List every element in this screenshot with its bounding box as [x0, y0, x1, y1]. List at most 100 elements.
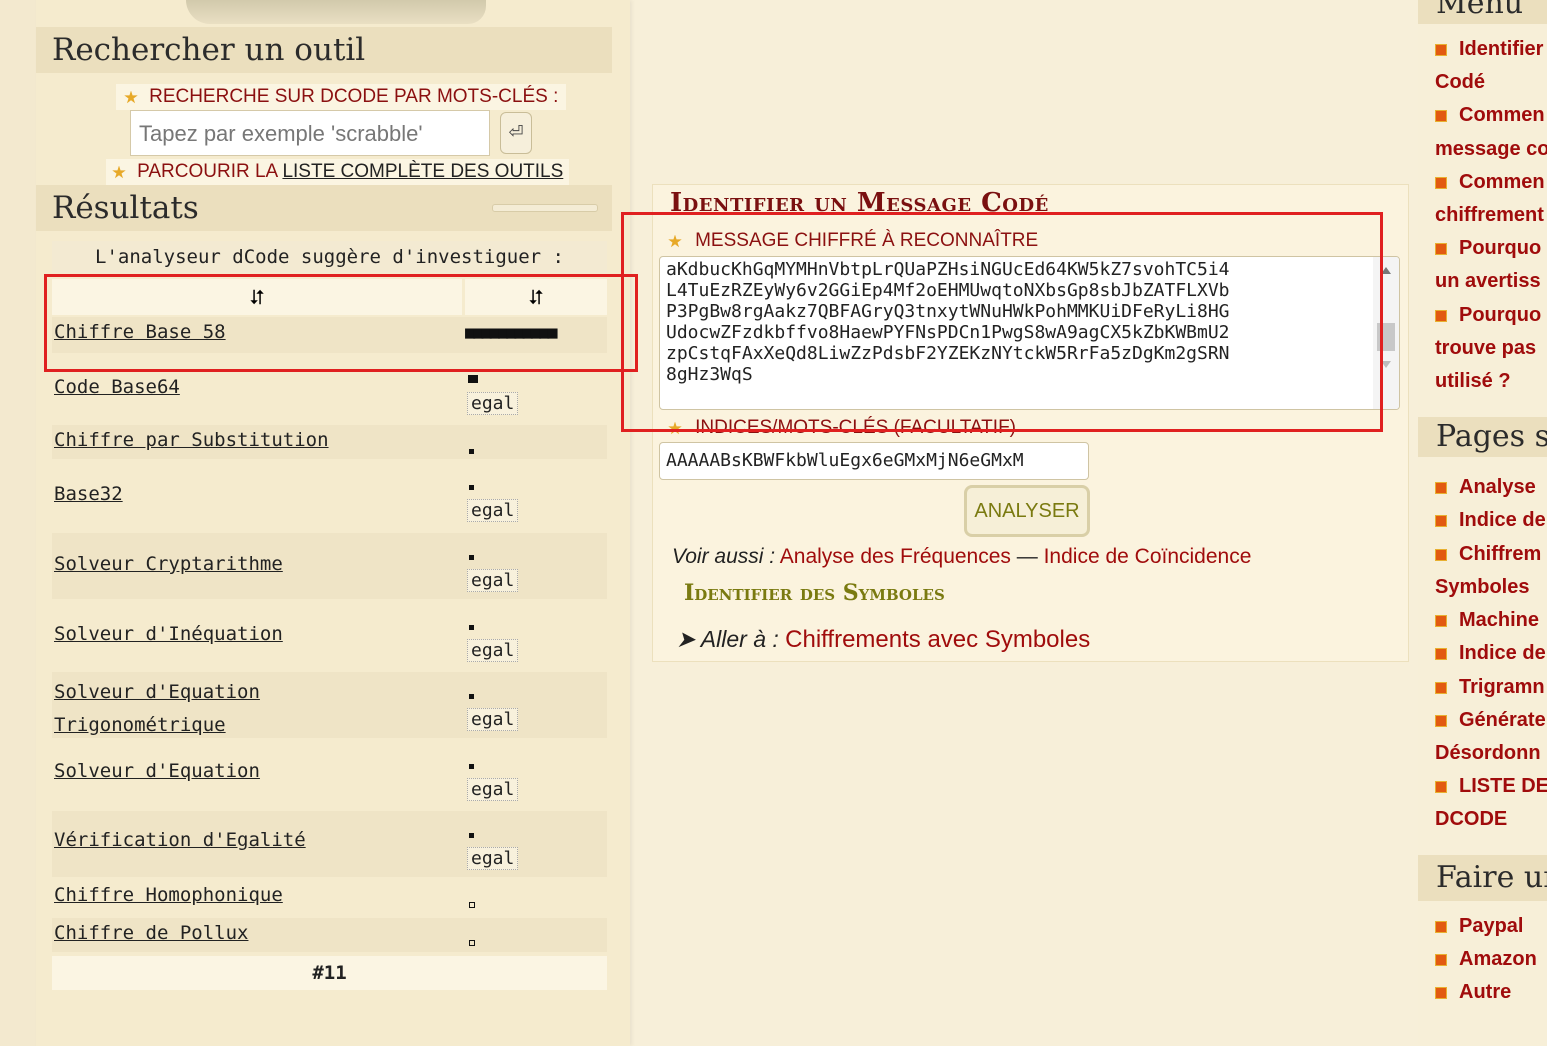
result-link[interactable]: Chiffre de Pollux	[54, 922, 248, 944]
bullet-icon	[1435, 953, 1447, 966]
bullet-icon	[1435, 647, 1447, 660]
see-also-link-coincidence[interactable]: Indice de Coïncidence	[1044, 545, 1252, 568]
menu-item-continued[interactable]: message co	[1435, 138, 1547, 161]
see-also-label: Voir aussi :	[672, 545, 776, 568]
tag-badge: egal	[467, 392, 519, 415]
bullet-icon	[1435, 309, 1447, 322]
bullet-icon	[1435, 614, 1447, 627]
menu-item-continued[interactable]: Codé	[1435, 71, 1485, 94]
score-bar: ■■■■■■■■■■■	[465, 323, 558, 343]
donate-item[interactable]: Autre	[1435, 981, 1511, 1004]
pages-item[interactable]: Machine	[1435, 609, 1539, 632]
message-label: MESSAGE CHIFFRÉ À RECONNAÎTRE	[695, 230, 1039, 251]
tag-badge: egal	[467, 639, 519, 662]
table-row: Solveur d'Inéquation egal	[52, 603, 607, 669]
table-row: Solveur Cryptarithme egal	[52, 533, 607, 599]
pages-item[interactable]: LISTE DE	[1435, 775, 1547, 798]
browse-list-link[interactable]: LISTE COMPLÈTE DES OUTILS	[282, 161, 563, 182]
result-link[interactable]: Solveur Cryptarithme	[54, 553, 283, 575]
result-link[interactable]: Chiffre Base 58	[54, 321, 226, 343]
hints-input[interactable]: AAAAABsKBWFkbWluEgx6eGMxMjN6eGMxM	[659, 442, 1089, 480]
donate-title: Faire un	[1418, 855, 1547, 901]
pages-item-continued[interactable]: Symboles	[1435, 576, 1529, 599]
bullet-icon	[1435, 242, 1447, 255]
message-label-row: MESSAGE CHIFFRÉ À RECONNAÎTRE	[668, 230, 1038, 252]
pages-item[interactable]: Générate	[1435, 709, 1546, 732]
table-row: Base32 egal	[52, 467, 607, 525]
sort-name-button[interactable]: ⮃	[52, 279, 462, 315]
table-row: Chiffre par Substitution	[52, 425, 607, 459]
sort-score-button[interactable]: ⮃	[465, 279, 607, 315]
menu-item-continued[interactable]: chiffrement	[1435, 204, 1544, 227]
score-mark	[469, 833, 474, 838]
pages-item[interactable]: Trigramn	[1435, 676, 1545, 699]
results-header: L'analyseur dCode suggère d'investiguer …	[52, 241, 607, 273]
result-link[interactable]: Chiffre Homophonique	[54, 884, 283, 906]
menu-item-continued[interactable]: trouve pas	[1435, 337, 1536, 360]
bullet-icon	[1435, 109, 1447, 122]
bullet-icon	[1435, 43, 1447, 56]
pages-item-continued[interactable]: DCODE	[1435, 808, 1507, 831]
result-link-continued[interactable]: Trigonométrique	[54, 714, 226, 736]
star-icon	[124, 90, 138, 104]
table-row: Chiffre de Pollux	[52, 918, 607, 952]
right-sidebar: Menu Identifier Codé Commen message co C…	[1418, 0, 1547, 1046]
see-also-link-frequency[interactable]: Analyse des Fréquences	[780, 545, 1011, 568]
result-link[interactable]: Solveur d'Equation	[54, 681, 260, 703]
menu-item[interactable]: Pourquo	[1435, 304, 1541, 327]
menu-item-continued[interactable]: un avertiss	[1435, 270, 1541, 293]
goto-label: ➤ Aller à :	[676, 626, 779, 652]
pages-item-continued[interactable]: Désordonn	[1435, 742, 1541, 765]
enter-icon: ⏎	[508, 122, 524, 143]
score-mark	[469, 940, 475, 946]
pages-item[interactable]: Indice de	[1435, 642, 1546, 665]
decorative-image	[186, 0, 486, 24]
results-panel-title: Résultats	[36, 185, 612, 231]
menu-item[interactable]: Identifier	[1435, 38, 1543, 61]
see-also-row: Voir aussi : Analyse des Fréquences — In…	[672, 545, 1251, 569]
result-link[interactable]: Code Base64	[54, 376, 180, 398]
score-mark	[469, 555, 474, 560]
results-sort-row: ⮃ ⮃	[52, 279, 607, 315]
search-input[interactable]: Tapez par exemple 'scrabble'	[130, 110, 490, 156]
textarea-scrollbar[interactable]	[1373, 257, 1399, 409]
table-row: Code Base64 egal	[52, 362, 607, 418]
see-also-separator: —	[1010, 545, 1044, 568]
result-link[interactable]: Vérification d'Egalité	[54, 829, 306, 851]
tag-badge: egal	[467, 708, 519, 731]
table-row: Chiffre Base 58 ■■■■■■■■■■■	[52, 317, 607, 353]
bullet-icon	[1435, 514, 1447, 527]
menu-item[interactable]: Pourquo	[1435, 237, 1541, 260]
bullet-icon	[1435, 714, 1447, 727]
menu-title: Menu	[1418, 0, 1547, 24]
result-link[interactable]: Base32	[54, 483, 123, 505]
donate-item[interactable]: Amazon	[1435, 948, 1537, 971]
menu-item[interactable]: Commen	[1435, 171, 1545, 194]
hints-label: INDICES/MOTS-CLÉS (FACULTATIF)	[695, 417, 1016, 438]
result-link[interactable]: Solveur d'Inéquation	[54, 623, 283, 645]
bullet-icon	[1435, 986, 1447, 999]
pages-item[interactable]: Chiffrem	[1435, 543, 1541, 566]
pages-item[interactable]: Indice de	[1435, 509, 1546, 532]
search-panel-title: Rechercher un outil	[36, 27, 612, 73]
result-link[interactable]: Chiffre par Substitution	[54, 429, 329, 451]
scroll-up-icon[interactable]	[1381, 267, 1391, 274]
ciphertext-textarea[interactable]: aKdbucKhGqMYMHnVbtpLrQUaPZHsiNGUcEd64KW5…	[659, 256, 1400, 410]
result-link[interactable]: Solveur d'Equation	[54, 760, 260, 782]
menu-item-continued[interactable]: utilisé ?	[1435, 370, 1511, 393]
scroll-down-icon[interactable]	[1381, 361, 1391, 368]
results-footer: #11	[52, 956, 607, 990]
pages-item[interactable]: Analyse	[1435, 476, 1536, 499]
keywords-label-row: RECHERCHE SUR DCODE PAR MOTS-CLÉS :	[116, 84, 567, 110]
goto-link[interactable]: Chiffrements avec Symboles	[785, 626, 1090, 653]
score-mark	[469, 449, 474, 454]
search-placeholder: Tapez par exemple 'scrabble'	[139, 121, 423, 146]
donate-item[interactable]: Paypal	[1435, 915, 1523, 938]
bullet-icon	[1435, 920, 1447, 933]
menu-item[interactable]: Commen	[1435, 104, 1545, 127]
tag-badge: egal	[467, 569, 519, 592]
search-submit-button[interactable]: ⏎	[500, 112, 532, 154]
analyse-button[interactable]: ANALYSER	[964, 485, 1090, 537]
score-mark	[468, 375, 478, 383]
scroll-thumb[interactable]	[1377, 323, 1395, 351]
